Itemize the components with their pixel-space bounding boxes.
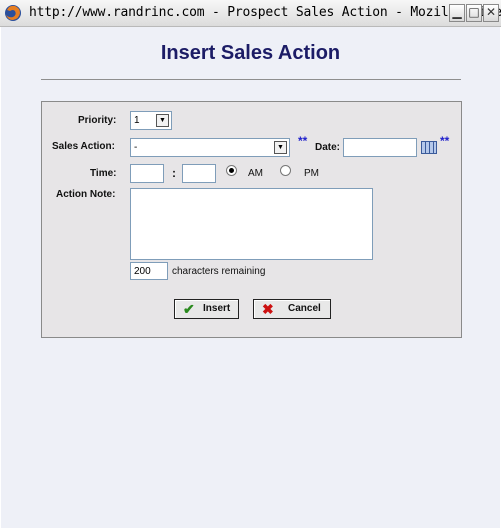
page-content: Insert Sales Action Priority: 1 ▼ Sales … (1, 27, 500, 528)
pm-label: PM (304, 168, 319, 179)
insert-button[interactable]: ✔ Insert (174, 299, 239, 319)
action-note-textarea[interactable] (130, 188, 373, 260)
calendar-icon[interactable] (421, 141, 437, 154)
sales-action-form: Priority: 1 ▼ Sales Action: - ▼ ** Date:… (41, 101, 462, 338)
maximize-button[interactable]: □ (466, 4, 482, 22)
priority-value: 1 (134, 115, 140, 126)
sales-action-required-mark: ** (298, 134, 308, 148)
firefox-icon (5, 5, 21, 21)
cancel-button-label: Cancel (288, 303, 321, 314)
chevron-down-icon: ▼ (156, 114, 169, 127)
window-title: http://www.randrinc.com - Prospect Sales… (29, 5, 501, 20)
chevron-down-icon: ▼ (274, 141, 287, 154)
cancel-x-icon: ✖ (262, 301, 274, 317)
sales-action-label: Sales Action: (52, 141, 115, 152)
close-window-button[interactable]: ✕ (483, 4, 499, 22)
am-label: AM (248, 168, 263, 179)
sales-action-value: - (134, 142, 138, 153)
pm-radio[interactable] (280, 165, 291, 176)
sales-action-select[interactable]: - ▼ (130, 138, 290, 157)
minimize-button[interactable]: ▁ (449, 4, 465, 22)
date-label: Date: (315, 142, 341, 153)
checkmark-icon: ✔ (183, 301, 195, 317)
time-minute-input[interactable] (182, 164, 216, 183)
action-note-label: Action Note: (56, 189, 116, 200)
window-titlebar: http://www.randrinc.com - Prospect Sales… (0, 0, 501, 27)
cancel-button[interactable]: ✖ Cancel (253, 299, 331, 319)
date-input[interactable] (343, 138, 417, 157)
title-divider (41, 79, 461, 80)
char-count-label: characters remaining (172, 266, 266, 277)
page-title: Insert Sales Action (160, 42, 341, 64)
time-label: Time: (90, 168, 117, 179)
priority-label: Priority: (78, 115, 117, 126)
char-count-field: 200 (130, 262, 168, 280)
insert-button-label: Insert (203, 303, 231, 314)
time-separator: : (172, 166, 176, 180)
time-hour-input[interactable] (130, 164, 164, 183)
date-required-mark: ** (440, 134, 450, 148)
priority-select[interactable]: 1 ▼ (130, 111, 172, 130)
am-radio[interactable] (226, 165, 237, 176)
